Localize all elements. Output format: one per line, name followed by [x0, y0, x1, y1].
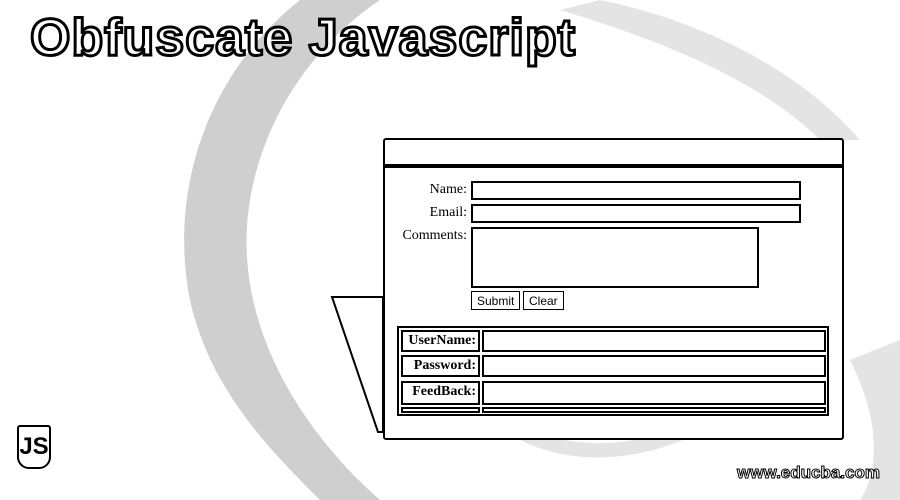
comments-label: Comments: [402, 228, 467, 243]
feedback-label: FeedBack: [401, 381, 480, 405]
password-label: Password: [401, 355, 480, 377]
form-window: Name: Email: Comments: Submit Clear User… [383, 138, 844, 440]
name-input[interactable] [471, 181, 801, 200]
feedback-table: UserName: Password: FeedBack: [397, 326, 829, 416]
email-label: Email: [429, 205, 467, 220]
submit-button[interactable]: Submit [471, 291, 521, 310]
feedback-cell[interactable] [482, 381, 826, 405]
comments-textarea[interactable] [471, 227, 759, 288]
name-label: Name: [429, 182, 467, 197]
empty-row-cell [482, 407, 826, 413]
empty-row-label [401, 407, 480, 413]
password-cell[interactable] [482, 355, 826, 377]
clear-button[interactable]: Clear [523, 291, 564, 310]
username-cell[interactable] [482, 330, 826, 352]
email-input[interactable] [471, 204, 801, 223]
window-header [385, 140, 842, 168]
watermark: www.educba.com [737, 463, 881, 483]
username-label: UserName: [401, 330, 480, 352]
js-logo-icon: JS [17, 425, 51, 469]
